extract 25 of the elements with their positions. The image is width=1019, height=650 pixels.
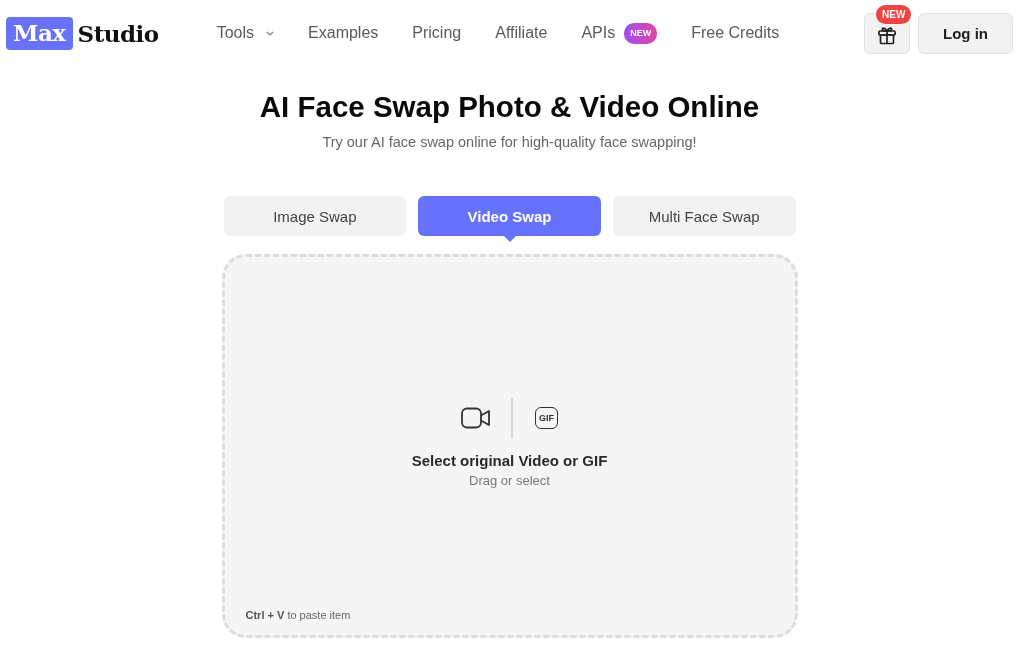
swap-tab[interactable]: Video Swap bbox=[418, 196, 601, 236]
swap-tab[interactable]: Multi Face Swap bbox=[612, 196, 796, 236]
nav-link[interactable]: Free Credits bbox=[691, 24, 780, 42]
new-badge: NEW bbox=[624, 22, 658, 44]
chevron-down-icon bbox=[266, 30, 275, 36]
logo-text[interactable]: Studio bbox=[77, 19, 159, 47]
swap-tab[interactable]: Image Swap bbox=[223, 196, 407, 236]
upload-dropzone[interactable]: GIF Select original Video or GIF Drag or select Ctrl + V to paste item bbox=[221, 254, 798, 638]
gift-icon bbox=[877, 24, 897, 45]
paste-hint: Ctrl + V to paste item bbox=[245, 609, 351, 621]
nav-link[interactable]: Pricing bbox=[412, 24, 462, 42]
new-badge: NEW bbox=[876, 4, 912, 24]
video-camera-icon bbox=[461, 407, 491, 429]
upload-hint: Drag or select bbox=[469, 473, 550, 488]
tab-pointer-icon bbox=[502, 235, 517, 242]
nav-link[interactable]: Examples bbox=[308, 24, 379, 42]
gif-icon: GIF bbox=[535, 407, 558, 429]
nav-link[interactable]: APIs bbox=[581, 24, 616, 42]
login-button[interactable]: Log in bbox=[918, 12, 1013, 54]
nav-link[interactable]: Affiliate bbox=[495, 24, 548, 42]
nav-dropdown[interactable]: Tools bbox=[216, 24, 275, 42]
upload-title: Select original Video or GIF bbox=[411, 452, 608, 469]
page-subtitle: Try our AI face swap online for high-quality face swapping! bbox=[322, 133, 697, 151]
page-title: AI Face Swap Photo & Video Online bbox=[259, 89, 760, 125]
logo-mark[interactable]: Max bbox=[6, 16, 73, 50]
